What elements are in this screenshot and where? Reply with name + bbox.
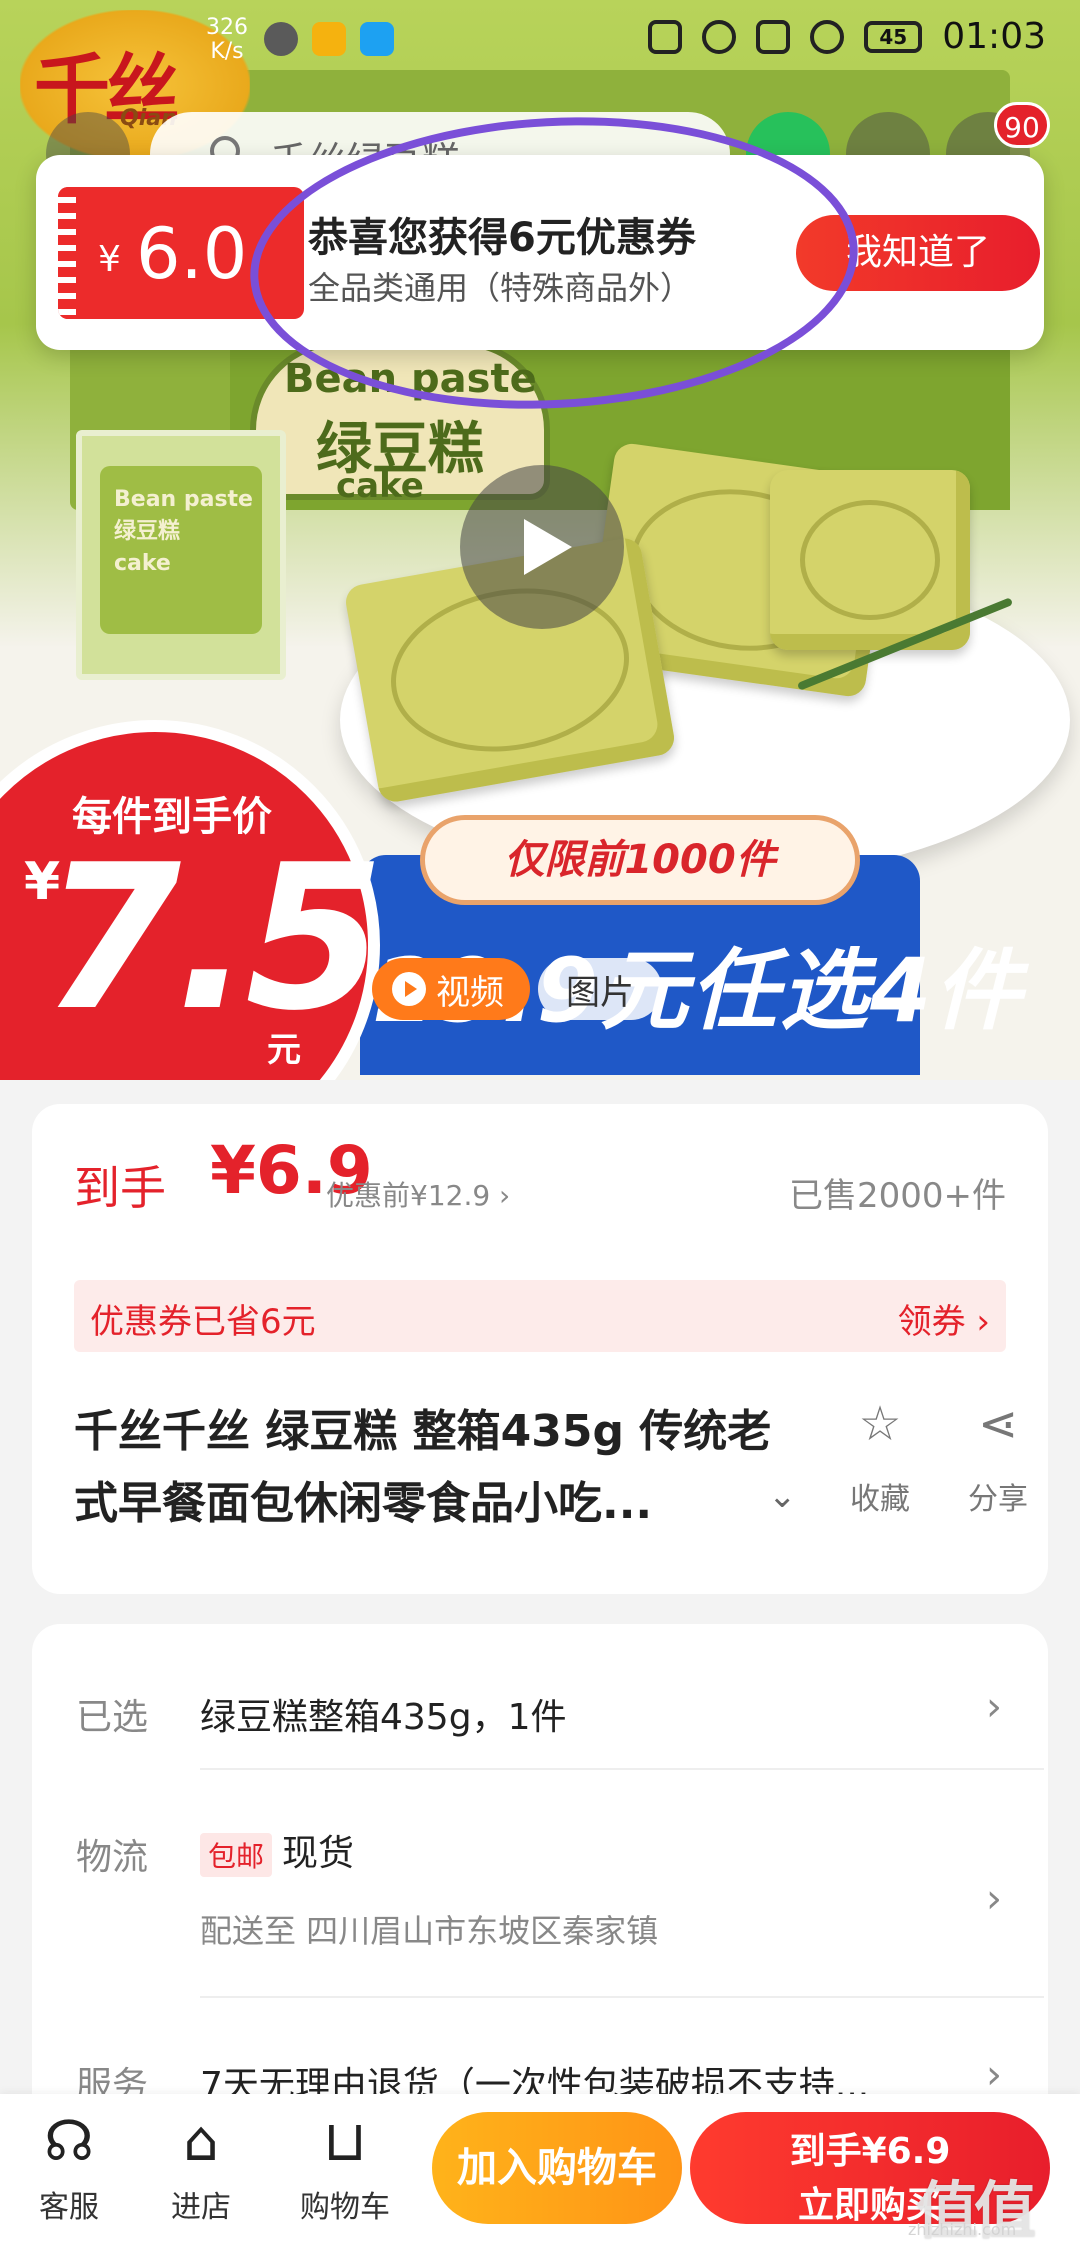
store-button[interactable]: ⌂ 进店	[146, 2110, 256, 2226]
media-tabs: 视频 图片	[372, 958, 662, 1020]
cart-icon: ⊔	[323, 2109, 367, 2174]
customer-service-button[interactable]: ☊ 客服	[14, 2110, 124, 2226]
chevron-right-icon: ›	[986, 1684, 1002, 1730]
coupon-amount: 6.0	[136, 213, 248, 295]
clock: 01:03	[942, 16, 1046, 57]
vibrate-icon	[756, 19, 791, 54]
watermark-url: zhizhizhi.com	[908, 2220, 1017, 2239]
search-app-icon	[360, 22, 394, 56]
app-notification-icon	[312, 22, 346, 56]
nfc-icon	[648, 19, 683, 54]
product-title: 千丝千丝 绿豆糕 整箱435g 传统老式早餐面包休闲零食品小吃...	[74, 1406, 772, 1529]
notification-icon	[264, 22, 298, 56]
play-icon	[392, 972, 426, 1006]
speed-icon	[810, 19, 845, 54]
store-icon: ⌂	[183, 2109, 219, 2174]
battery-icon: 45	[864, 20, 923, 53]
play-video-button[interactable]	[460, 465, 624, 629]
message-badge: 90	[994, 102, 1050, 148]
stock-status: 现货	[282, 1833, 355, 1874]
chevron-right-icon: ›	[986, 2052, 1002, 2098]
final-price-label: 到手	[74, 1161, 166, 1215]
share-icon: ⋖	[977, 1396, 1019, 1452]
price-card: 到手 ¥6.9 优惠前¥12.9 › 已售2000+件 优惠券已省6元 领券 ›…	[32, 1104, 1048, 1594]
selected-value: 绿豆糕整箱435g，1件	[200, 1697, 567, 1738]
share-button[interactable]: ⋖ 分享	[938, 1396, 1058, 1518]
selected-row[interactable]: 已选 绿豆糕整箱435g，1件 ›	[76, 1680, 1016, 1740]
cake-piece	[770, 470, 970, 650]
price-circle-value: 7.5	[42, 822, 384, 1055]
headset-icon: ☊	[44, 2109, 94, 2174]
alarm-icon	[702, 19, 737, 54]
box-label-en2: cake	[336, 466, 424, 506]
star-icon: ☆	[858, 1396, 902, 1452]
favorite-button[interactable]: ☆ 收藏	[820, 1396, 940, 1518]
cart-nav-button[interactable]: ⊔ 购物车	[290, 2110, 400, 2226]
logistics-row[interactable]: 物流 包邮 现货 配送至 四川眉山市东坡区秦家镇 ›	[76, 1820, 1016, 1960]
packet-label: Bean paste 绿豆糕 cake	[114, 487, 253, 576]
get-coupon-link[interactable]: 领券 ›	[898, 1294, 990, 1343]
original-price-link[interactable]: 优惠前¥12.9 ›	[326, 1174, 510, 1214]
sold-count: 已售2000+件	[788, 1176, 1006, 1216]
product-packet: Bean paste 绿豆糕 cake	[76, 430, 286, 680]
price-circle: 每件到手价 ¥ 7.5 元	[0, 720, 384, 1080]
tab-video[interactable]: 视频	[372, 958, 530, 1020]
price-circle-unit: 元	[267, 1030, 301, 1070]
chevron-down-icon[interactable]: ⌄	[768, 1476, 797, 1516]
coupon-saved-text: 优惠券已省6元	[90, 1302, 316, 1342]
limit-strip: 仅限前1000件	[420, 815, 860, 905]
status-bar: 千丝 Qian 326 K/s 45 01:03	[0, 0, 1080, 160]
delivery-address: 配送至 四川眉山市东坡区秦家镇	[200, 1912, 659, 1950]
free-shipping-tag: 包邮	[200, 1833, 273, 1877]
coupon-bar[interactable]: 优惠券已省6元 领券 ›	[74, 1280, 1006, 1352]
tab-image[interactable]: 图片	[538, 958, 662, 1020]
chevron-right-icon: ›	[986, 1876, 1002, 1922]
network-speed: 326 K/s	[206, 15, 248, 64]
add-to-cart-button[interactable]: 加入购物车	[432, 2112, 682, 2224]
